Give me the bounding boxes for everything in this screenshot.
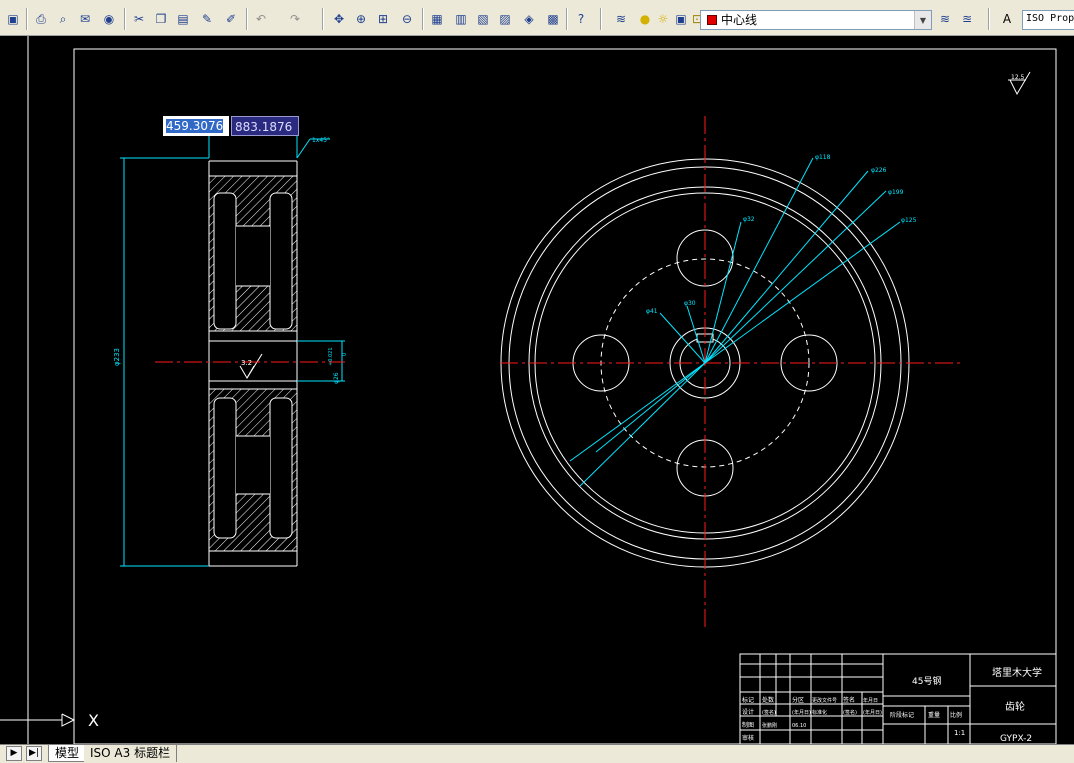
make-current-icon[interactable]: ≋ xyxy=(936,10,954,28)
match-properties-icon[interactable]: ✎ xyxy=(198,10,216,28)
dim-d4-label: φ125 xyxy=(901,217,917,224)
pan-icon[interactable]: ✥ xyxy=(330,10,348,28)
tab-layout[interactable]: ISO A3 标题栏 xyxy=(84,745,178,762)
drawing-area[interactable]: φ233 1x45° φ26 +0.021 0 3.2 φ118 φ226 φ1… xyxy=(0,36,1074,744)
bore-tolerance-lower: 0 xyxy=(342,353,348,356)
cut-icon[interactable]: ✂ xyxy=(130,10,148,28)
toolbar-separator xyxy=(26,8,28,30)
bore-diameter-label: φ26 xyxy=(333,372,340,384)
title-scale: 1:1 xyxy=(954,729,965,737)
title-drawing-no: GYPX-2 xyxy=(1000,734,1032,744)
sheet-set-icon[interactable]: ▨ xyxy=(496,10,514,28)
ucs-icon xyxy=(0,713,76,727)
dim-d1-label: φ118 xyxy=(815,154,831,161)
toolbar-separator xyxy=(422,8,424,30)
ucs-x-label: X xyxy=(88,711,99,730)
title-school: 塔里木大学 xyxy=(992,666,1042,679)
title-part-name: 齿轮 xyxy=(1005,700,1025,713)
layer-dropdown[interactable]: 中心线 ▼ xyxy=(700,10,932,30)
layer-freeze-icon[interactable]: ☼ xyxy=(654,10,672,28)
layer-color-swatch xyxy=(707,15,717,25)
save-icon[interactable]: ▣ xyxy=(4,10,22,28)
chevron-down-icon[interactable]: ▼ xyxy=(914,11,931,29)
outer-diameter-label: φ233 xyxy=(113,348,121,366)
title-row-cell: 签名 xyxy=(843,696,855,704)
web-publish-icon[interactable]: ◉ xyxy=(100,10,118,28)
title-stage-header: 阶段标记 xyxy=(890,711,914,719)
title-ratio-header: 比例 xyxy=(950,711,962,719)
publish-icon[interactable]: ✉ xyxy=(76,10,94,28)
title-row-cell: (签名) xyxy=(843,709,857,716)
title-row-cell: (签名) xyxy=(762,709,776,716)
title-row-cell: (年月日) xyxy=(792,709,811,716)
block-editor-icon[interactable]: ✐ xyxy=(222,10,240,28)
plot-preview-icon[interactable]: ⌕ xyxy=(54,10,72,28)
redo-icon[interactable]: ↷ xyxy=(286,10,304,28)
toolbar-separator xyxy=(246,8,248,30)
title-row-cell: 标准化 xyxy=(812,709,827,716)
zoom-previous-icon[interactable]: ⊖ xyxy=(398,10,416,28)
dim-d5-label: φ32 xyxy=(743,216,755,223)
dynamic-input-x-value: 459.3076 xyxy=(166,119,224,133)
text-style-icon[interactable]: A xyxy=(998,10,1016,28)
dim-d6-label: φ30 xyxy=(684,300,696,307)
dim-d3-label: φ199 xyxy=(888,189,904,196)
dynamic-input-y[interactable]: 883.1876 xyxy=(231,116,299,136)
copy-icon[interactable]: ❐ xyxy=(152,10,170,28)
undo-icon[interactable]: ↶ xyxy=(252,10,270,28)
zoom-window-icon[interactable]: ⊞ xyxy=(374,10,392,28)
layer-previous-icon[interactable]: ≊ xyxy=(958,10,976,28)
section-view xyxy=(208,160,298,567)
design-center-icon[interactable]: ▥ xyxy=(452,10,470,28)
dim-d2-label: φ226 xyxy=(871,167,887,174)
calculator-icon[interactable]: ▩ xyxy=(544,10,562,28)
toolbar-separator xyxy=(124,8,126,30)
title-row-cell: 处数 xyxy=(762,696,774,704)
roughness-symbol-value: 12.5 xyxy=(1011,74,1025,81)
plot-icon[interactable]: ⎙ xyxy=(32,10,50,28)
title-material: 45号钢 xyxy=(912,675,941,687)
title-row-cell: 更改文件号 xyxy=(812,697,837,704)
toolbar-separator xyxy=(322,8,324,30)
title-row-label: 标记 xyxy=(742,696,754,704)
tab-last-icon[interactable]: ▶| xyxy=(26,746,42,761)
title-row-label: 审核 xyxy=(742,734,754,742)
paste-icon[interactable]: ▤ xyxy=(174,10,192,28)
title-row-cell: 张鹏刚 xyxy=(762,722,777,729)
tab-model[interactable]: 模型 xyxy=(48,745,87,762)
toolbar-separator xyxy=(988,8,990,30)
toolbar-separator xyxy=(600,8,602,30)
drawing-canvas: φ233 1x45° φ26 +0.021 0 3.2 φ118 φ226 φ1… xyxy=(0,36,1057,744)
layer-on-icon[interactable]: ● xyxy=(636,10,654,28)
layer-name: 中心线 xyxy=(721,13,758,27)
help-icon[interactable]: ? xyxy=(572,10,590,28)
title-row-cell: (年月日) xyxy=(863,709,882,716)
front-dimension-leaders xyxy=(569,157,901,487)
chamfer-label: 1x45° xyxy=(312,137,330,144)
title-weight-header: 重量 xyxy=(928,711,940,719)
dim-d7-label: φ41 xyxy=(646,308,658,315)
toolbar-separator xyxy=(566,8,568,30)
title-row-cell: 06.10 xyxy=(792,723,806,729)
text-style-name: ISO Prop xyxy=(1026,13,1074,24)
dynamic-input-x[interactable]: 459.3076 xyxy=(163,116,229,136)
tool-palettes-icon[interactable]: ▧ xyxy=(474,10,492,28)
text-style-dropdown[interactable]: ISO Prop xyxy=(1022,10,1074,30)
title-row-label: 制图 xyxy=(742,721,754,729)
standard-toolbar: ▣ ⎙ ⌕ ✉ ◉ ✂ ❐ ▤ ✎ ✐ ↶ ↷ ✥ ⊕ ⊞ ⊖ ▦ ▥ ▧ ▨ … xyxy=(0,0,1074,36)
tab-next-icon[interactable]: ▶ xyxy=(6,746,22,761)
bore-tolerance-upper: +0.021 xyxy=(328,347,334,366)
layout-tab-bar: ▶ ▶| 模型 ISO A3 标题栏 xyxy=(0,744,1074,763)
layer-manager-icon[interactable]: ≋ xyxy=(612,10,630,28)
properties-icon[interactable]: ▦ xyxy=(428,10,446,28)
title-row-label: 设计 xyxy=(742,708,754,716)
title-row-cell: 分区 xyxy=(792,696,804,704)
markup-icon[interactable]: ◈ xyxy=(520,10,538,28)
title-row-cell: 年月日 xyxy=(863,697,878,704)
zoom-realtime-icon[interactable]: ⊕ xyxy=(352,10,370,28)
roughness-value-label: 3.2 xyxy=(241,359,252,367)
